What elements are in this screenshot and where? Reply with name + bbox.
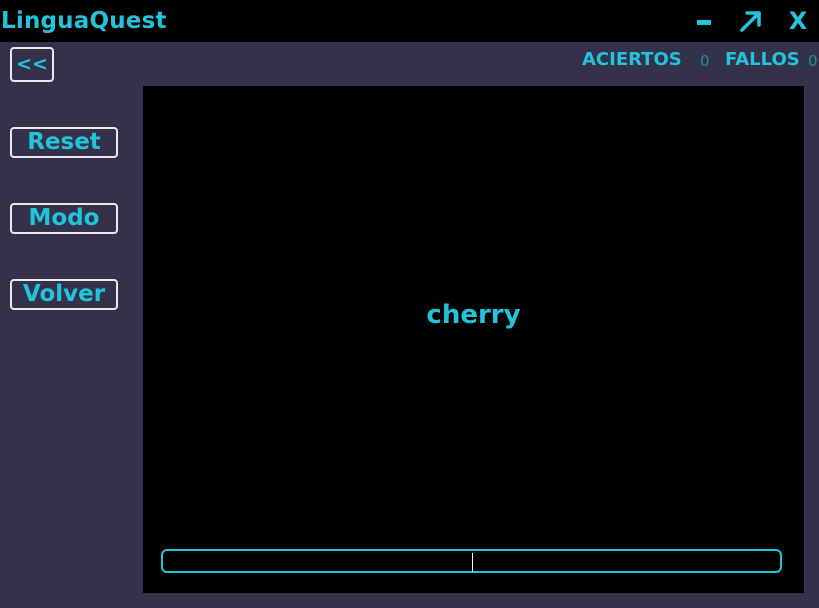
wrong-label: FALLOS [725,49,800,70]
title-bar: LinguaQuest X [0,0,819,42]
wrong-count: 0 [808,52,818,70]
close-icon: X [788,7,808,35]
back-button[interactable]: << [10,47,54,82]
maximize-icon [740,11,761,32]
flashcard-panel: cherry [143,86,804,593]
reset-button[interactable]: Reset [10,127,118,158]
maximize-button[interactable] [734,0,768,42]
prompt-word: cherry [426,300,521,330]
minimize-button[interactable] [690,0,718,42]
text-cursor [472,553,473,572]
correct-label: ACIERTOS [582,49,682,70]
mode-button[interactable]: Modo [10,203,118,234]
close-button[interactable]: X [783,0,813,42]
app-title: LinguaQuest [1,8,167,34]
return-button[interactable]: Volver [10,279,118,310]
correct-count: 0 [700,52,710,70]
minimize-icon [697,19,711,25]
